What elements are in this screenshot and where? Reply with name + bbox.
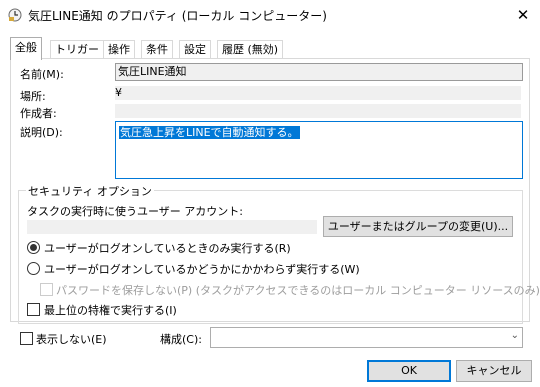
description-label: 説明(D): [20,126,63,139]
radio-selected-dot [30,244,37,251]
tab-history[interactable]: 履歴 (無効) [217,40,284,59]
tab-general[interactable]: 全般 [10,37,42,60]
window-title: 気圧LINE通知 のプロパティ (ローカル コンピューター) [28,9,327,23]
author-label: 作成者: [20,107,57,120]
description-selected-text: 気圧急上昇をLINEで自動通知する。 [119,126,300,139]
change-user-button[interactable]: ユーザーまたはグループの変更(U)... [323,216,513,237]
configure-combobox[interactable]: ⌄ [210,327,523,348]
run-any-radio[interactable] [27,262,40,275]
configure-label: 構成(C): [160,333,202,346]
run-logged-on-label: ユーザーがログオンしているときのみ実行する(R) [44,242,291,255]
title-bar: 気圧LINE通知 のプロパティ (ローカル コンピューター) ✕ [0,0,540,30]
security-options-legend: セキュリティ オプション [26,183,154,199]
tab-settings[interactable]: 設定 [179,40,211,59]
close-icon: ✕ [516,6,530,24]
no-store-password-label: パスワードを保存しない(P) (タスクがアクセスできるのはローカル コンピュータ… [56,284,540,297]
description-textarea[interactable]: 気圧急上昇をLINEで自動通知する。 [115,121,523,179]
close-button[interactable]: ✕ [510,4,536,26]
ok-button[interactable]: OK [367,360,451,382]
account-field [27,220,317,234]
chevron-down-icon: ⌄ [510,330,519,341]
tab-actions[interactable]: 操作 [103,40,135,59]
hidden-checkbox[interactable] [20,332,33,345]
no-store-password-checkbox[interactable] [40,283,53,296]
name-label: 名前(M): [20,68,64,81]
location-label: 場所: [20,90,46,103]
hidden-label: 表示しない(E) [36,333,107,346]
cancel-button[interactable]: キャンセル [456,360,532,382]
author-field [115,104,521,118]
task-clock-icon [8,8,22,22]
tab-triggers[interactable]: トリガー [50,40,104,59]
run-logged-on-radio[interactable] [27,241,40,254]
location-value: ¥ [115,86,122,99]
highest-privileges-label: 最上位の特権で実行する(I) [44,304,177,317]
location-field: ¥ [115,86,521,100]
run-any-label: ユーザーがログオンしているかどうかにかかわらず実行する(W) [44,263,360,276]
name-field[interactable]: 気圧LINE通知 [115,63,523,81]
highest-privileges-checkbox[interactable] [27,303,40,316]
account-label: タスクの実行時に使うユーザー アカウント: [27,205,243,218]
tab-conditions[interactable]: 条件 [141,40,173,59]
